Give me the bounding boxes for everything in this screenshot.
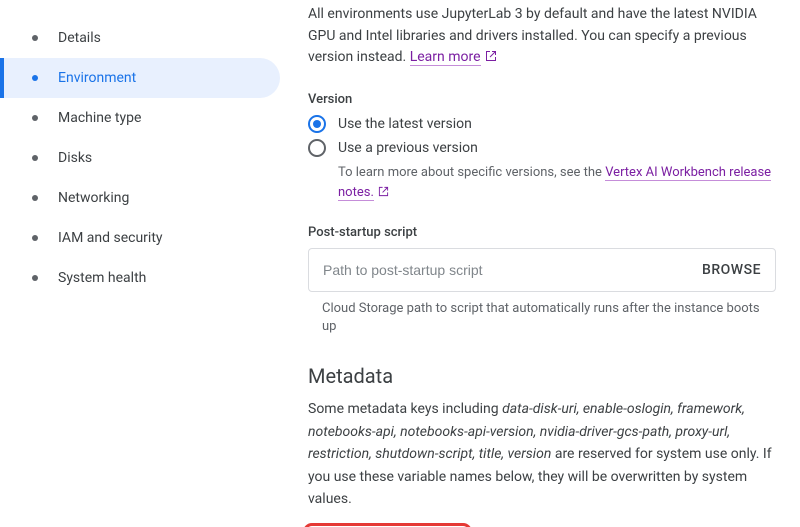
sidebar-item-label: Environment xyxy=(58,70,136,86)
radio-label: Use a previous version xyxy=(338,140,478,156)
sidebar-item-iam-security[interactable]: IAM and security xyxy=(0,218,280,258)
sidebar-item-disks[interactable]: Disks xyxy=(0,138,280,178)
sidebar-item-label: System health xyxy=(58,270,146,286)
sidebar-item-machine-type[interactable]: Machine type xyxy=(0,98,280,138)
learn-more-label: Learn more xyxy=(410,49,481,65)
version-hint-prefix: To learn more about specific versions, s… xyxy=(338,165,605,180)
post-startup-label: Post-startup script xyxy=(308,225,776,240)
browse-button[interactable]: BROWSE xyxy=(702,262,761,278)
bullet-icon xyxy=(32,75,38,81)
version-hint: To learn more about specific versions, s… xyxy=(338,163,776,203)
sidebar-item-system-health[interactable]: System health xyxy=(0,258,280,298)
bullet-icon xyxy=(32,35,38,41)
radio-use-previous[interactable]: Use a previous version xyxy=(308,139,776,157)
external-link-icon xyxy=(378,184,389,204)
sidebar-item-label: Networking xyxy=(58,190,129,206)
intro-text: All environments use JupyterLab 3 by def… xyxy=(308,4,776,70)
bullet-icon xyxy=(32,155,38,161)
post-startup-input[interactable] xyxy=(323,262,702,278)
radio-label: Use the latest version xyxy=(338,116,472,132)
intro-text-content: All environments use JupyterLab 3 by def… xyxy=(308,6,757,65)
radio-icon xyxy=(308,139,326,157)
post-startup-hint: Cloud Storage path to script that automa… xyxy=(322,300,776,336)
radio-use-latest[interactable]: Use the latest version xyxy=(308,115,776,133)
sidebar-item-label: IAM and security xyxy=(58,230,163,246)
bullet-icon xyxy=(32,235,38,241)
metadata-desc-prefix: Some metadata keys including xyxy=(308,401,502,417)
bullet-icon xyxy=(32,195,38,201)
metadata-heading: Metadata xyxy=(308,364,776,388)
version-label: Version xyxy=(308,92,776,107)
sidebar: Details Environment Machine type Disks N… xyxy=(0,0,280,527)
main-content: All environments use JupyterLab 3 by def… xyxy=(280,0,800,527)
bullet-icon xyxy=(32,115,38,121)
sidebar-item-networking[interactable]: Networking xyxy=(0,178,280,218)
sidebar-item-label: Machine type xyxy=(58,110,141,126)
external-link-icon xyxy=(485,48,497,70)
post-startup-input-row: BROWSE xyxy=(308,248,776,292)
sidebar-item-details[interactable]: Details xyxy=(0,18,280,58)
learn-more-link[interactable]: Learn more xyxy=(410,49,481,66)
bullet-icon xyxy=(32,275,38,281)
sidebar-item-label: Disks xyxy=(58,150,92,166)
sidebar-item-label: Details xyxy=(58,30,101,46)
radio-icon xyxy=(308,115,326,133)
sidebar-item-environment[interactable]: Environment xyxy=(0,58,280,98)
metadata-description: Some metadata keys including data-disk-u… xyxy=(308,398,776,510)
